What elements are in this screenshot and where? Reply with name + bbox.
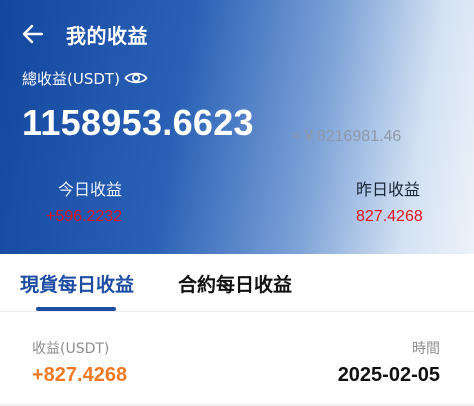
income-column-label: 收益(USDT) <box>32 341 110 357</box>
total-earnings-label: 總收益(USDT) <box>22 70 120 88</box>
yesterday-earnings-label: 昨日收益 <box>356 180 421 199</box>
yesterday-earnings-value: 827.4268 <box>356 208 423 225</box>
eye-icon <box>124 72 148 84</box>
earnings-tabs: 現貨每日收益 合約每日收益 <box>0 254 474 312</box>
tab-spot-daily[interactable]: 現貨每日收益 <box>20 270 134 297</box>
record-income-value: +827.4268 <box>32 364 128 386</box>
toggle-visibility-button[interactable] <box>122 66 150 90</box>
tab-contract-daily[interactable]: 合約每日收益 <box>178 270 292 297</box>
page-title: 我的收益 <box>66 24 148 48</box>
time-column-label: 時間 <box>412 341 440 357</box>
today-earnings-label: 今日收益 <box>58 180 123 199</box>
arrow-left-icon <box>22 24 44 44</box>
earnings-header: 我的收益 總收益(USDT) 1158953.6623 ≈￥8216981.46… <box>0 0 474 254</box>
today-earnings-value: +596.2232 <box>46 208 123 225</box>
active-tab-indicator <box>36 307 116 311</box>
total-earnings-value: 1158953.6623 <box>22 102 254 143</box>
total-earnings-cny: ≈￥8216981.46 <box>292 128 402 145</box>
back-button[interactable] <box>18 20 48 48</box>
record-date-value: 2025-02-05 <box>337 364 440 386</box>
